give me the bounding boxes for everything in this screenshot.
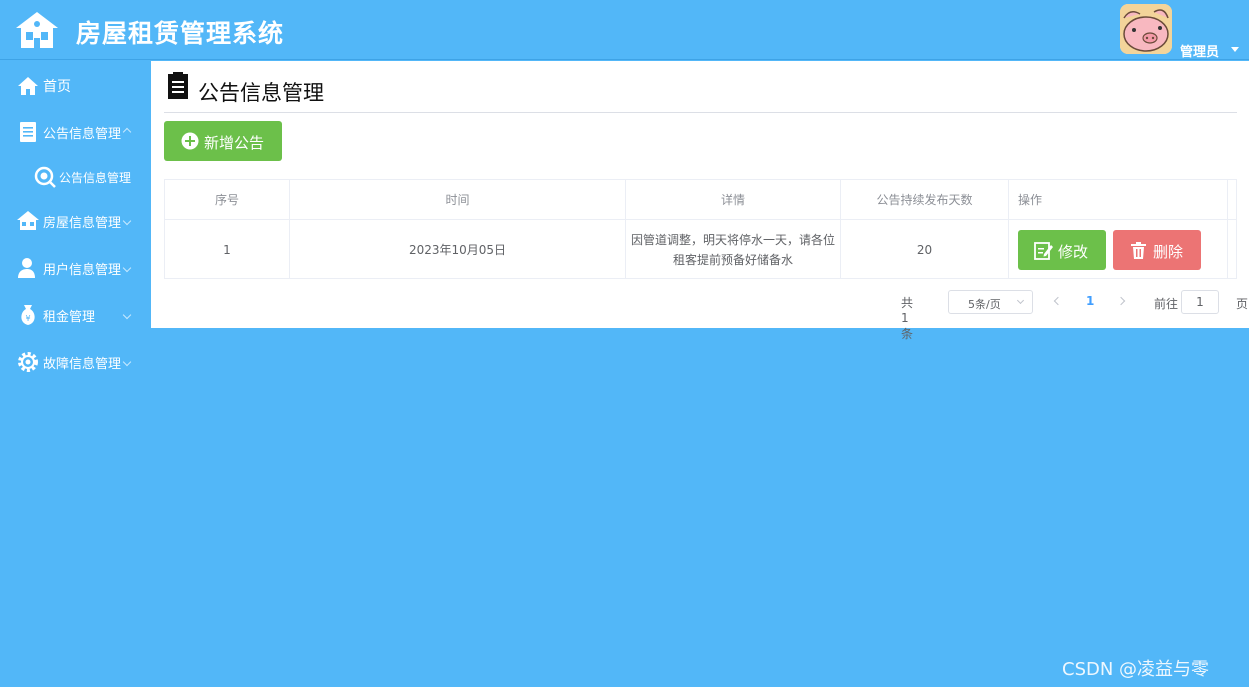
- goto-page-input[interactable]: [1181, 290, 1219, 314]
- house-icon: [17, 211, 39, 230]
- next-page-button[interactable]: [1116, 294, 1130, 310]
- goto-label: 前往: [1154, 297, 1179, 311]
- sidebar-item-home[interactable]: 首页: [0, 66, 150, 106]
- sidebar-item-label: 公告信息管理: [59, 170, 132, 185]
- table-header-row: 序号 时间 详情 公告持续发布天数 操作: [164, 180, 1237, 220]
- sidebar-subitem-announcements[interactable]: 公告信息管理: [0, 157, 150, 197]
- cell-detail: 因管道调整，明天将停水一天，请各位租客提前预备好储备水: [626, 220, 841, 279]
- edit-button-label: 修改: [1058, 243, 1089, 261]
- sidebar-item-label: 故障信息管理: [43, 356, 122, 372]
- delete-button[interactable]: 删除: [1113, 230, 1201, 270]
- pig-avatar-icon: [1120, 4, 1172, 54]
- add-announcement-button[interactable]: 新增公告: [164, 121, 282, 161]
- page-number-current[interactable]: 1: [1086, 294, 1094, 308]
- pagination-total: 共 1 条: [901, 296, 914, 341]
- column-header-index[interactable]: 序号: [164, 180, 290, 219]
- svg-text:¥: ¥: [25, 314, 30, 323]
- chevron-down-icon: [122, 357, 132, 367]
- cell-actions: 修改 删除: [1009, 220, 1228, 279]
- add-button-label: 新增公告: [204, 134, 265, 152]
- top-header: 房屋租赁管理系统 管理员: [0, 0, 1249, 60]
- sidebar-item-faults[interactable]: 故障信息管理: [0, 342, 150, 382]
- search-icon: [34, 166, 56, 188]
- chevron-down-icon: [1016, 296, 1025, 305]
- sidebar-item-houses[interactable]: 房屋信息管理: [0, 201, 150, 241]
- title-divider: [164, 112, 1237, 113]
- sidebar-item-label: 用户信息管理: [43, 262, 122, 278]
- page-size-select[interactable]: 5条/页: [948, 290, 1033, 314]
- avatar[interactable]: [1120, 4, 1172, 54]
- user-icon: [18, 258, 35, 278]
- cell-spacer: [1228, 220, 1237, 279]
- sidebar-item-label: 房屋信息管理: [43, 215, 122, 231]
- chevron-up-icon: [122, 127, 132, 137]
- sidebar-item-label: 首页: [43, 79, 71, 95]
- chevron-left-icon: [1053, 296, 1063, 306]
- user-name[interactable]: 管理员: [1180, 41, 1219, 60]
- gear-icon: [18, 352, 38, 372]
- money-bag-icon: ¥: [21, 305, 35, 325]
- chevron-down-icon: [122, 216, 132, 226]
- document-icon: [168, 72, 188, 99]
- chevron-down-icon: [122, 263, 132, 273]
- column-header-spacer: [1228, 180, 1237, 219]
- column-header-days[interactable]: 公告持续发布天数: [841, 180, 1009, 219]
- sidebar-item-users[interactable]: 用户信息管理: [0, 248, 150, 288]
- edit-button[interactable]: 修改: [1018, 230, 1106, 270]
- add-circle-icon: [181, 132, 199, 150]
- trash-icon: [1131, 242, 1146, 259]
- sidebar-item-label: 公告信息管理: [43, 126, 122, 142]
- main-panel: 公告信息管理 新增公告 序号 时间 详情 公告持续发布天数 操作 1 2023年…: [151, 61, 1249, 341]
- app-title: 房屋租赁管理系统: [76, 19, 285, 48]
- page-title: 公告信息管理: [198, 81, 324, 105]
- page-suffix: 页: [1236, 297, 1249, 311]
- delete-button-label: 删除: [1153, 243, 1184, 261]
- column-header-time[interactable]: 时间: [290, 180, 626, 219]
- sidebar-item-rent[interactable]: ¥ 租金管理: [0, 295, 150, 335]
- sidebar-item-announcements[interactable]: 公告信息管理: [0, 112, 150, 152]
- detail-text: 因管道调整，明天将停水一天，请各位租客提前预备好储备水: [630, 232, 835, 267]
- chevron-right-icon: [1116, 296, 1126, 306]
- home-icon: [18, 77, 38, 95]
- column-header-actions[interactable]: 操作: [1009, 180, 1228, 219]
- cell-days: 20: [841, 220, 1009, 279]
- house-logo-icon: [16, 12, 58, 48]
- edit-icon: [1034, 242, 1053, 260]
- table-row[interactable]: 1 2023年10月05日 因管道调整，明天将停水一天，请各位租客提前预备好储备…: [164, 220, 1237, 279]
- chevron-down-icon[interactable]: [1231, 47, 1239, 52]
- column-header-detail[interactable]: 详情: [626, 180, 841, 219]
- document-icon: [20, 122, 36, 142]
- watermark: CSDN @凌益与零: [1062, 659, 1210, 680]
- chevron-down-icon: [122, 310, 132, 320]
- page-size-value: 5条/页: [968, 298, 1001, 311]
- sidebar: 首页 公告信息管理 公告信息管理 房屋信息管理 用户信息管理 ¥ 租金管理 故障…: [0, 61, 150, 687]
- cell-index: 1: [164, 220, 290, 279]
- cell-time: 2023年10月05日: [290, 220, 626, 279]
- announcement-table: 序号 时间 详情 公告持续发布天数 操作 1 2023年10月05日 因管道调整…: [164, 179, 1237, 279]
- prev-page-button[interactable]: [1051, 294, 1065, 310]
- sidebar-item-label: 租金管理: [43, 309, 96, 325]
